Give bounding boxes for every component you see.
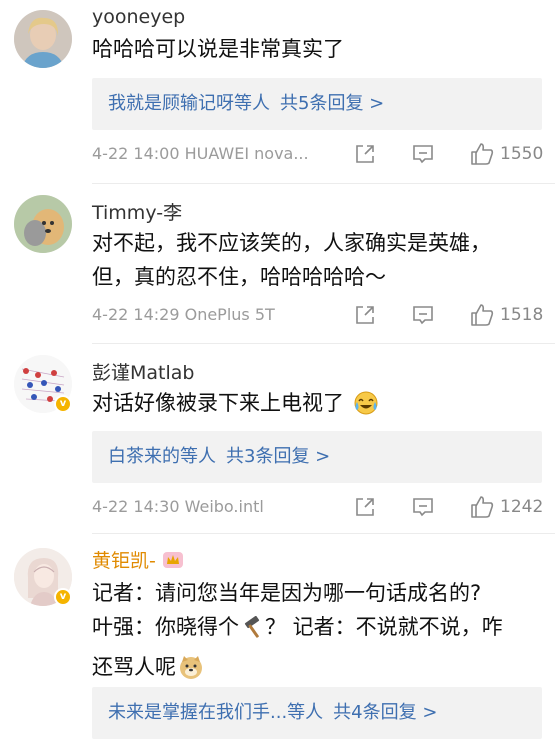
reply-count-link[interactable]: 共3条回复 >: [226, 446, 330, 467]
thumbs-up-icon[interactable]: [469, 494, 495, 530]
divider: [92, 343, 555, 344]
share-icon[interactable]: [354, 143, 376, 175]
username[interactable]: yooneyep: [92, 6, 185, 28]
crying-laugh-emoji: [353, 390, 379, 426]
reply-authors[interactable]: 白茶来的等人: [108, 446, 216, 467]
comment-icon[interactable]: [412, 496, 434, 528]
username-text: 黄钜凯-: [92, 550, 156, 572]
replies-summary[interactable]: 未来是掌握在我们手...等人 共4条回复 >: [92, 687, 542, 739]
comment-fragment: 还骂人呢: [92, 655, 176, 679]
username[interactable]: Timmy-李: [92, 198, 182, 225]
divider: [92, 183, 555, 184]
share-icon[interactable]: [354, 304, 376, 336]
comment-meta: 4-22 14:30 Weibo.intl 1242: [92, 492, 544, 522]
like-count: 1242: [500, 497, 544, 517]
comment-text: 对话好像被录下来上电视了: [92, 386, 379, 426]
comment-meta: 4-22 14:00 HUAWEI nova... 1550: [92, 139, 544, 169]
crown-emoji: [162, 550, 184, 575]
avatar[interactable]: [14, 10, 72, 68]
comment-fragment: ？ 记者：不说就不说，咋: [265, 615, 503, 639]
comment-fragment: 叶强：你晓得个: [92, 615, 239, 639]
comment-text: 对不起，我不应该笑的，人家确实是英雄， 但，真的忍不住，哈哈哈哈哈～: [92, 226, 491, 294]
username[interactable]: 彭谨Matlab: [92, 358, 194, 385]
like-count: 1518: [500, 305, 544, 325]
comment-line: 对话好像被录下来上电视了: [92, 391, 344, 415]
divider: [92, 533, 555, 534]
reply-authors[interactable]: 我就是顾输记呀等人: [108, 93, 270, 114]
comment-meta: 4-22 14:29 OnePlus 5T 1518: [92, 300, 544, 330]
comment-line: 对不起，我不应该笑的，人家确实是英雄，: [92, 231, 491, 255]
comment-text: 哈哈哈可以说是非常真实了: [92, 32, 344, 66]
comment-line: 还骂人呢: [92, 650, 503, 690]
thumbs-up-icon[interactable]: [469, 141, 495, 177]
thumbs-up-icon[interactable]: [469, 302, 495, 338]
reply-count-link[interactable]: 共4条回复 >: [333, 702, 437, 723]
timestamp-device: 4-22 14:00 HUAWEI nova...: [92, 144, 309, 163]
reply-count-link[interactable]: 共5条回复 >: [280, 93, 384, 114]
username[interactable]: 黄钜凯-: [92, 546, 184, 575]
comment-icon[interactable]: [412, 304, 434, 336]
avatar[interactable]: [14, 195, 72, 253]
comment-line: 哈哈哈可以说是非常真实了: [92, 37, 344, 61]
verified-badge-icon: v: [54, 395, 72, 413]
replies-summary[interactable]: 白茶来的等人 共3条回复 >: [92, 431, 542, 483]
timestamp-device: 4-22 14:29 OnePlus 5T: [92, 305, 275, 324]
like-count: 1550: [500, 144, 544, 164]
reply-authors[interactable]: 未来是掌握在我们手...等人: [108, 702, 323, 723]
comment-line: 但，真的忍不住，哈哈哈哈哈～: [92, 265, 386, 289]
verified-badge-icon: v: [54, 588, 72, 606]
hammer-emoji: [241, 615, 265, 650]
timestamp-device: 4-22 14:30 Weibo.intl: [92, 497, 264, 516]
replies-summary[interactable]: 我就是顾输记呀等人 共5条回复 >: [92, 78, 542, 130]
comment-icon[interactable]: [412, 143, 434, 175]
comment-line: 叶强：你晓得个 ？ 记者：不说就不说，咋: [92, 610, 503, 650]
share-icon[interactable]: [354, 496, 376, 528]
comment-line: 记者：请问您当年是因为哪一句话成名的?: [92, 581, 482, 605]
doge-emoji: [178, 654, 204, 690]
comment-text: 记者：请问您当年是因为哪一句话成名的? 叶强：你晓得个 ？ 记者：不说就不说，咋…: [92, 576, 503, 690]
